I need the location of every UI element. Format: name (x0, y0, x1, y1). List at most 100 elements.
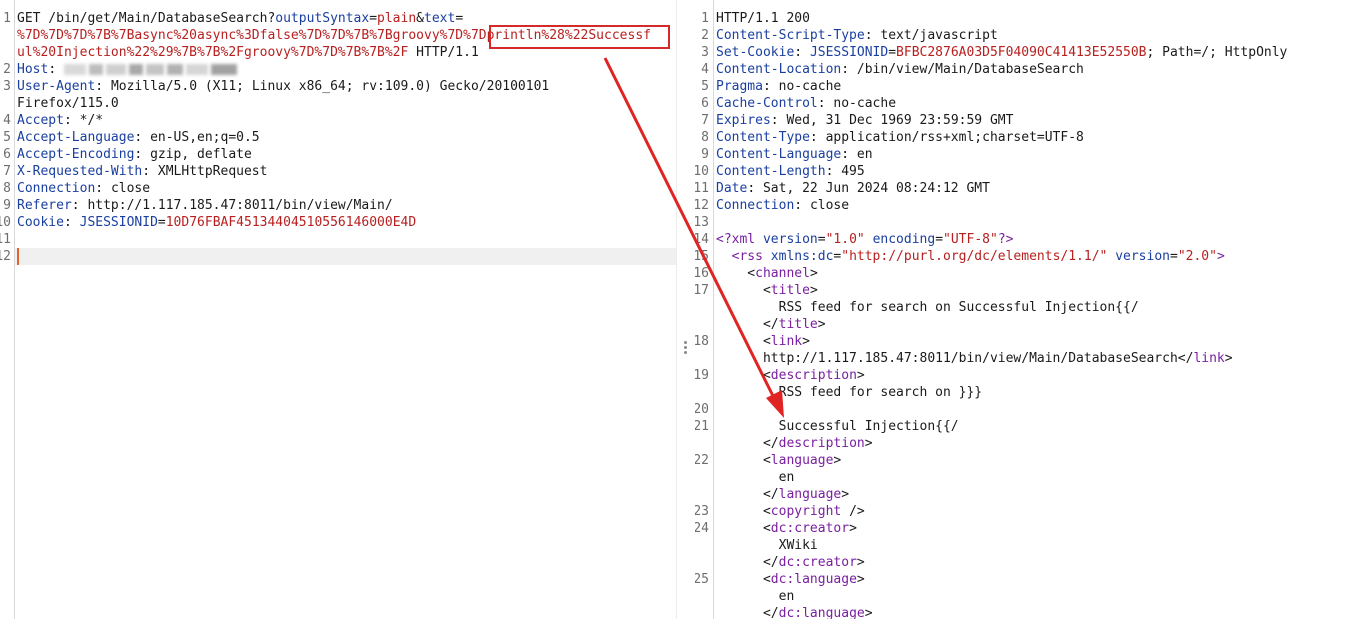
line-number: 5 (701, 79, 709, 94)
response-editor[interactable]: 1 2 3 4 5 6 7 8 9 10 11 12 13 14 15 16 17 18 19 20 21 22 23 24 2… (695, 0, 1355, 619)
xml-dclanguage-text[interactable]: en (716, 588, 795, 605)
status: HTTP/1.1 200 (716, 11, 810, 26)
resp-header-set-cookie[interactable]: Set-Cookie: JSESSIONID=BFBC2876A03D5F040… (716, 44, 1287, 61)
response-status-line[interactable]: HTTP/1.1 200 (716, 10, 810, 27)
header-key: Content-Type (716, 130, 810, 145)
xml-language-text[interactable]: en (716, 469, 795, 486)
xml-description-open[interactable]: <description> (716, 367, 865, 384)
line-number: 6 (3, 147, 11, 162)
request-line[interactable]: GET /bin/get/Main/DatabaseSearch?outputS… (17, 10, 463, 27)
payload-part-3: ul%20Injection%22%29%7B%7B%2Fgroovy%7D%7… (17, 45, 409, 60)
header-user-agent[interactable]: User-Agent: Mozilla/5.0 (X11; Linux x86_… (17, 78, 549, 95)
header-key: Host (17, 62, 49, 77)
header-value: en-US,en;q=0.5 (150, 130, 260, 145)
line-number: 4 (701, 62, 709, 77)
current-line-highlight (15, 248, 676, 265)
injection-result-text: Successful Injection{{/ (778, 419, 959, 434)
line-number: 3 (701, 45, 709, 60)
line-number: 22 (695, 453, 709, 468)
xml-language-close[interactable]: </language> (716, 486, 849, 503)
header-referer[interactable]: Referer: http://1.117.185.47:8011/bin/vi… (17, 197, 393, 214)
line-number: 25 (695, 572, 709, 587)
xml-title-close[interactable]: </title> (716, 316, 826, 333)
header-value: application/rss+xml;charset=UTF-8 (825, 130, 1084, 145)
line-number: 19 (695, 368, 709, 383)
resp-header-pragma[interactable]: Pragma: no-cache (716, 78, 841, 95)
header-accept[interactable]: Accept: */* (17, 112, 103, 129)
equals: = (369, 11, 378, 26)
cookie-name: JSESSIONID (79, 215, 158, 230)
xml-title-text[interactable]: RSS feed for search on Successful Inject… (716, 299, 1139, 316)
resp-header-connection[interactable]: Connection: close (716, 197, 849, 214)
cookie-name: JSESSIONID (809, 45, 889, 60)
splitter-handle-icon[interactable] (684, 341, 687, 356)
header-value: XMLHttpRequest (157, 164, 268, 179)
header-value: close (110, 181, 151, 196)
line-number: 21 (695, 419, 709, 434)
header-accept-language[interactable]: Accept-Language: en-US,en;q=0.5 (17, 129, 260, 146)
header-value: no-cache (778, 79, 842, 94)
xml-creator-close[interactable]: </dc:creator> (716, 554, 865, 571)
xml-copyright[interactable]: <copyright /> (716, 503, 865, 520)
line-number: 10 (0, 215, 11, 230)
request-line-wrap-2[interactable]: ul%20Injection%22%29%7B%7B%2Fgroovy%7D%7… (17, 44, 479, 61)
header-value: /bin/view/Main/DatabaseSearch (856, 62, 1084, 77)
request-editor[interactable]: 123456789101112 GET /bin/get/Main/Databa… (0, 0, 676, 619)
xml-dclanguage-close[interactable]: </dc:language> (716, 605, 873, 619)
xml-channel-open[interactable]: <channel> (716, 265, 817, 282)
header-connection[interactable]: Connection: close (17, 180, 150, 197)
tag-name: dc:language (778, 606, 865, 619)
dc-language-text: en (778, 589, 795, 604)
pane-splitter[interactable] (676, 0, 696, 619)
xml-description-text-1[interactable]: RSS feed for search on }}} (716, 384, 983, 401)
header-key: Content-Language (716, 147, 842, 162)
tag-name: rss (739, 249, 763, 264)
description-text: RSS feed for search on }}} (778, 385, 983, 400)
header-key: Set-Cookie (716, 45, 795, 60)
param-output-syntax: outputSyntax (275, 11, 370, 26)
resp-header-content-length[interactable]: Content-Length: 495 (716, 163, 865, 180)
xml-dclanguage-open[interactable]: <dc:language> (716, 571, 865, 588)
attr-value: "1.0" (825, 232, 865, 247)
xml-link-open[interactable]: <link> (716, 333, 810, 350)
resp-header-cache-control[interactable]: Cache-Control: no-cache (716, 95, 896, 112)
resp-header-content-type[interactable]: Content-Type: application/rss+xml;charse… (716, 129, 1084, 146)
header-key: Accept-Encoding (17, 147, 135, 162)
header-key: User-Agent (17, 79, 96, 94)
header-value: Mozilla/5.0 (X11; Linux x86_64; rv:109.0… (110, 79, 550, 94)
tag-name: dc:creator (778, 555, 857, 570)
attr-value: "http://purl.org/dc/elements/1.1/" (841, 249, 1108, 264)
xml-title-open[interactable]: <title> (716, 282, 818, 299)
header-key: Connection (716, 198, 795, 213)
header-cookie[interactable]: Cookie: JSESSIONID=10D76FBAF451344045105… (17, 214, 416, 231)
xml-language-open[interactable]: <language> (716, 452, 841, 469)
header-user-agent-wrap[interactable]: Firefox/115.0 (17, 95, 119, 112)
xml-creator-text[interactable]: XWiki (716, 537, 818, 554)
resp-header-date[interactable]: Date: Sat, 22 Jun 2024 08:24:12 GMT (716, 180, 990, 197)
xml-description-text-2[interactable]: Successful Injection{{/ (716, 418, 959, 435)
header-x-requested-with[interactable]: X-Requested-With: XMLHttpRequest (17, 163, 267, 180)
line-number: 4 (3, 113, 11, 128)
header-value: text/javascript (880, 28, 998, 43)
xml-description-close[interactable]: </description> (716, 435, 873, 452)
resp-header-expires[interactable]: Expires: Wed, 31 Dec 1969 23:59:59 GMT (716, 112, 1013, 129)
tag-name: dc:creator (770, 521, 850, 536)
header-accept-encoding[interactable]: Accept-Encoding: gzip, deflate (17, 146, 252, 163)
ampersand: & (416, 11, 424, 26)
xml-creator-open[interactable]: <dc:creator> (716, 520, 857, 537)
xml-declaration[interactable]: <?xml version="1.0" encoding="UTF-8"?> (716, 231, 1013, 248)
param-text: text (424, 11, 456, 26)
line-number: 2 (3, 62, 11, 77)
resp-header-content-location[interactable]: Content-Location: /bin/view/Main/Databas… (716, 61, 1084, 78)
tag-name: copyright (770, 504, 842, 519)
header-value: Wed, 31 Dec 1969 23:59:59 GMT (786, 113, 1014, 128)
header-key: Expires (716, 113, 771, 128)
header-host[interactable]: Host: (17, 61, 240, 78)
line-number: 5 (3, 130, 11, 145)
xml-link-text[interactable]: http://1.117.185.47:8011/bin/view/Main/D… (716, 350, 1233, 367)
xml-rss-open[interactable]: <rss xmlns:dc="http://purl.org/dc/elemen… (716, 248, 1225, 265)
language-text: en (778, 470, 795, 485)
resp-header-content-language[interactable]: Content-Language: en (716, 146, 873, 163)
request-method-path: GET /bin/get/Main/DatabaseSearch? (17, 11, 276, 26)
resp-header-content-script-type[interactable]: Content-Script-Type: text/javascript (716, 27, 998, 44)
